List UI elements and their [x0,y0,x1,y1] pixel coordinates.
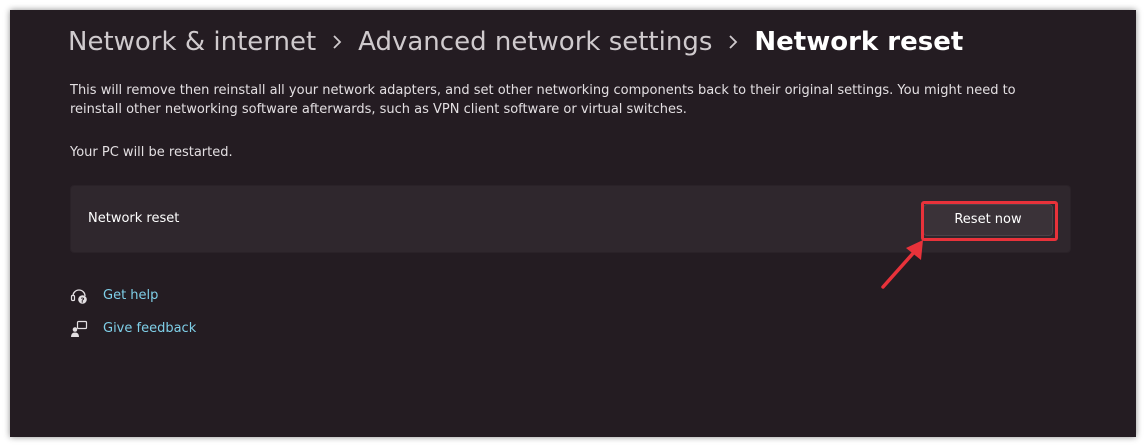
reset-now-button[interactable]: Reset now [923,204,1053,236]
svg-text:?: ? [80,296,84,304]
network-reset-label: Network reset [88,211,180,226]
get-help-icon: ? [70,287,88,305]
give-feedback-label[interactable]: Give feedback [103,320,196,338]
get-help-link[interactable]: ? Get help [70,287,158,305]
breadcrumb: Network & internet Advanced network sett… [68,24,963,60]
chevron-right-icon [322,24,352,60]
network-reset-card: Network reset Reset now [70,185,1071,253]
feedback-icon [70,320,88,338]
settings-window: Network & internet Advanced network sett… [10,10,1136,437]
reset-description: This will remove then reinstall all your… [70,83,1016,117]
chevron-right-icon [718,24,748,60]
page-title: Network reset [754,27,964,57]
restart-note: Your PC will be restarted. [70,145,233,160]
breadcrumb-advanced-network-settings[interactable]: Advanced network settings [358,24,712,60]
get-help-label[interactable]: Get help [103,287,158,305]
breadcrumb-network-internet[interactable]: Network & internet [68,24,316,60]
give-feedback-link[interactable]: Give feedback [70,320,196,338]
